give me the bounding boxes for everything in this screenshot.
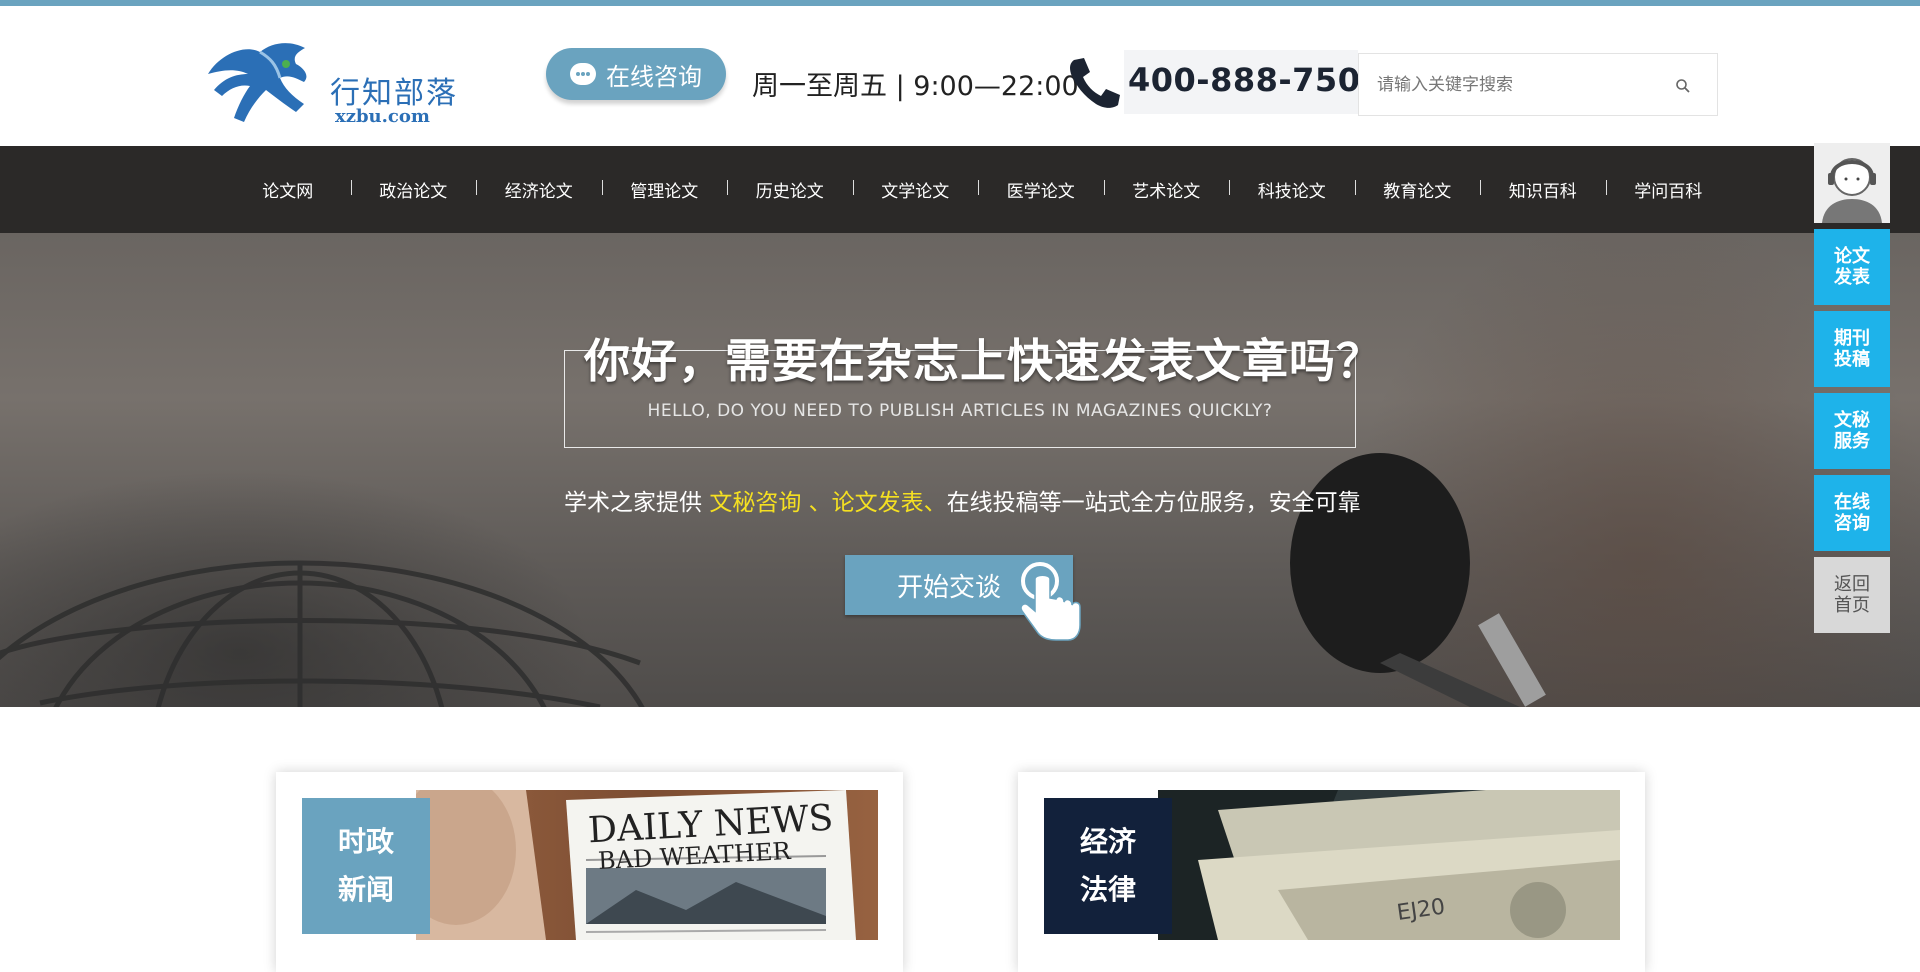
online-consult-label: 在线咨询 <box>606 62 702 91</box>
nav-item-politics[interactable]: 政治论文 <box>350 177 477 202</box>
nav-item-art[interactable]: 艺术论文 <box>1103 177 1230 202</box>
daily-news-image: DAILY NEWS BAD WEATHER <box>416 790 878 940</box>
pointing-hand-icon <box>1020 562 1081 641</box>
logo-domain: xzbu.com <box>335 106 430 127</box>
banner-description: 学术之家提供 文秘咨询 、论文发表、在线投稿等一站式全方位服务，安全可靠 <box>564 483 1361 517</box>
online-consult-button[interactable]: 在线咨询 <box>546 48 726 100</box>
banner-desc-suffix: 在线投稿等一站式全方位服务，安全可靠 <box>946 490 1361 516</box>
phone-number: 400-888-7501 <box>1128 61 1384 99</box>
sidebar-item-publish[interactable]: 论文发表 <box>1814 229 1890 305</box>
sidebar-item-submit[interactable]: 期刊投稿 <box>1814 311 1890 387</box>
card-label-line2: 法律 <box>1079 873 1136 906</box>
nav-item-management[interactable]: 管理论文 <box>601 177 728 202</box>
nav-item-education[interactable]: 教育论文 <box>1354 177 1481 202</box>
banner-desc-prefix: 学术之家提供 <box>564 490 710 516</box>
customer-service-avatar-icon[interactable] <box>1814 143 1890 223</box>
nav-item-literature[interactable]: 文学论文 <box>852 177 979 202</box>
nav-item-learning[interactable]: 学问百科 <box>1605 177 1732 202</box>
category-card-politics[interactable]: DAILY NEWS BAD WEATHER 时政 新闻 <box>276 772 903 972</box>
card-label-line1: 经济 <box>1079 825 1136 858</box>
sidebar-item-consult[interactable]: 在线咨询 <box>1814 475 1890 551</box>
search-input[interactable] <box>1377 72 1667 98</box>
search-icon[interactable] <box>1675 78 1691 94</box>
banner-desc-highlight: 文秘咨询 、论文发表、 <box>709 490 947 516</box>
nav-item-medicine[interactable]: 医学论文 <box>978 177 1104 202</box>
category-card-economy-law[interactable]: EJ20 经济 法律 <box>1018 772 1645 972</box>
banner-background-image <box>0 453 1546 707</box>
card-label-politics: 时政 新闻 <box>302 798 430 934</box>
nav-list: 论文网 政治论文 经济论文 管理论文 历史论文 文学论文 医学论文 艺术论文 科… <box>225 146 1731 233</box>
horse-logo-icon <box>208 43 307 122</box>
right-floating-sidebar: 论文发表 期刊投稿 文秘服务 在线咨询 返回首页 <box>1814 143 1890 633</box>
hero-banner: 你好，需要在杂志上快速发表文章吗？ HELLO, DO YOU NEED TO … <box>0 233 1920 707</box>
phone-icon <box>1070 58 1120 108</box>
nav-item-lunwenwang[interactable]: 论文网 <box>225 177 351 202</box>
header: 行知部落 xzbu.com 在线咨询 周一至周五 | 9:00—22:00 40… <box>0 6 1920 146</box>
nav-item-history[interactable]: 历史论文 <box>727 177 853 202</box>
card-label-economy-law: 经济 法律 <box>1044 798 1172 934</box>
site-logo[interactable]: 行知部落 xzbu.com <box>200 34 456 134</box>
chat-bubble-icon <box>570 63 596 85</box>
nav-item-technology[interactable]: 科技论文 <box>1229 177 1355 202</box>
sidebar-item-secretary[interactable]: 文秘服务 <box>1814 393 1890 469</box>
card-label-line1: 时政 <box>337 825 394 858</box>
banner-subtitle: HELLO, DO YOU NEED TO PUBLISH ARTICLES I… <box>647 401 1273 421</box>
search-box <box>1358 53 1718 116</box>
banner-title: 你好，需要在杂志上快速发表文章吗？ <box>584 334 1383 388</box>
business-hours: 周一至周五 | 9:00—22:00 <box>752 71 1079 102</box>
start-chat-label: 开始交谈 <box>897 572 1002 603</box>
nav-item-economics[interactable]: 经济论文 <box>476 177 602 202</box>
nav-item-knowledge[interactable]: 知识百科 <box>1480 177 1606 202</box>
main-nav: 论文网 政治论文 经济论文 管理论文 历史论文 文学论文 医学论文 艺术论文 科… <box>0 146 1920 233</box>
card-label-line2: 新闻 <box>337 873 394 906</box>
sidebar-home-button[interactable]: 返回首页 <box>1814 557 1890 633</box>
banknotes-image: EJ20 <box>1158 790 1620 940</box>
